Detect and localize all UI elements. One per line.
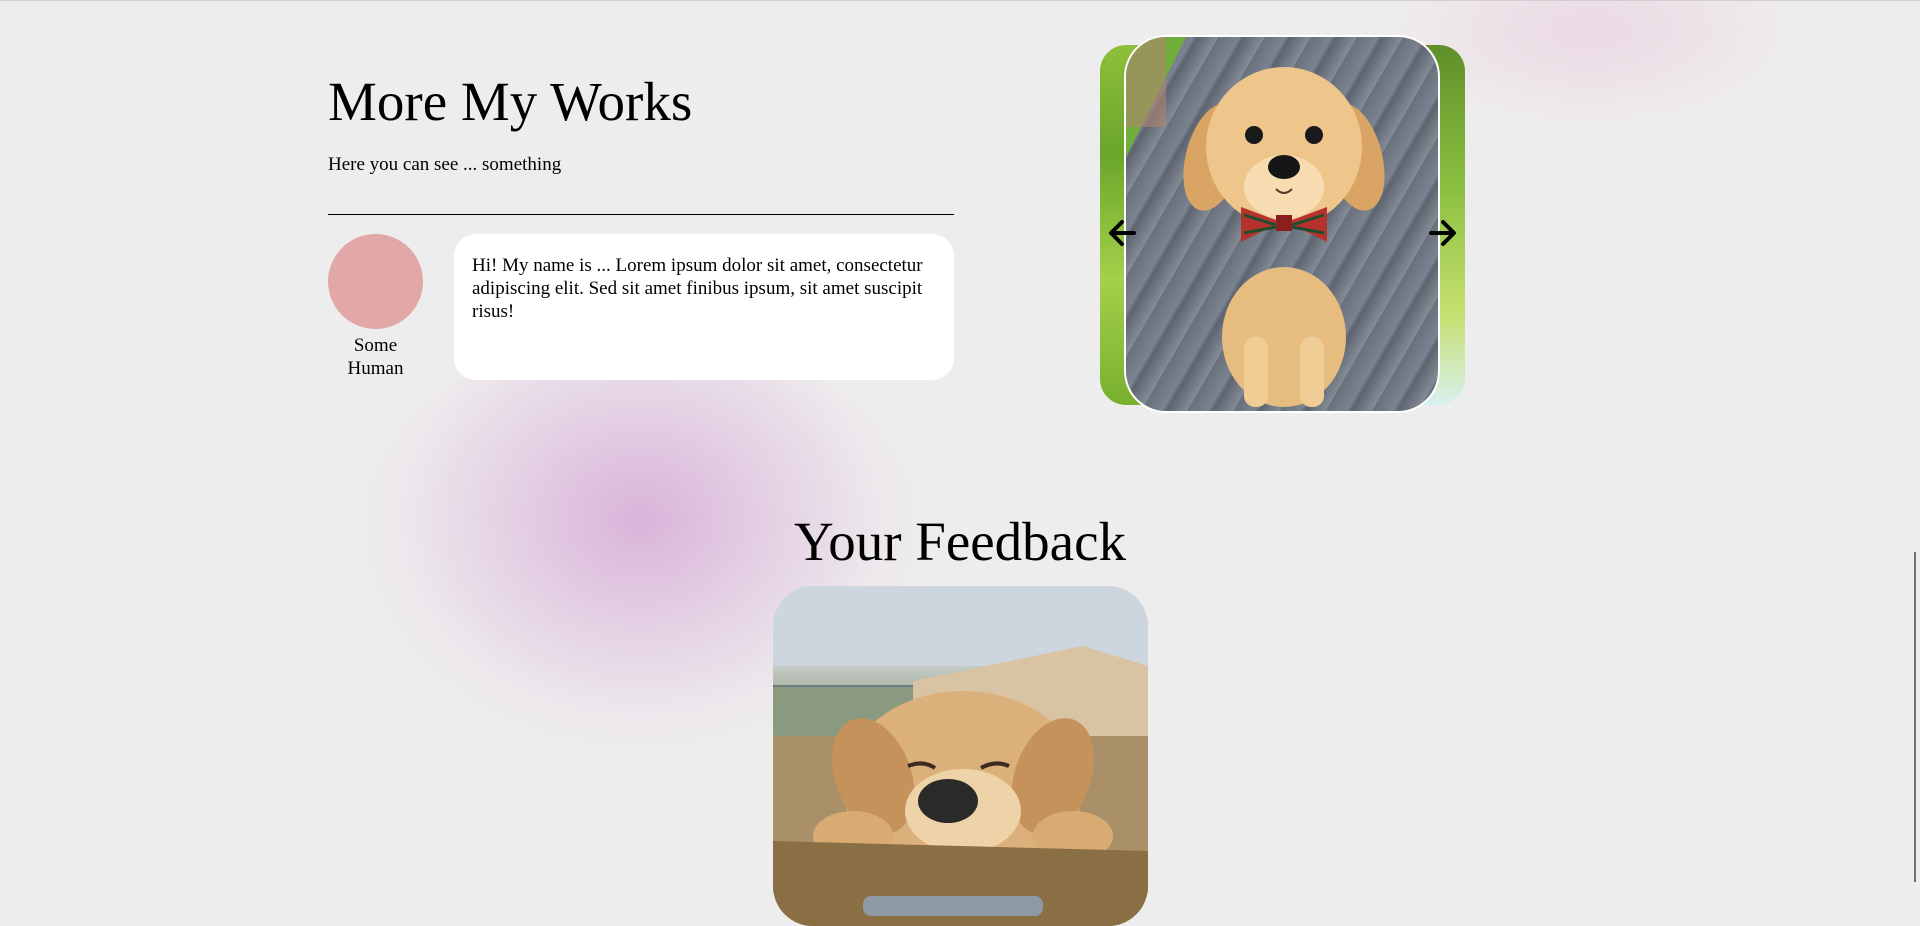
avatar [328,234,423,329]
review-bubble: Hi! My name is ... Lorem ipsum dolor sit… [454,234,954,380]
works-subtitle: Here you can see ... something [328,154,562,175]
carousel-current-image[interactable] [1124,35,1440,413]
arrow-right-icon[interactable] [1421,213,1461,253]
puppy-image [1126,37,1385,407]
scrollbar[interactable] [1914,552,1916,882]
image-carousel[interactable] [1100,35,1465,415]
puppy-photo [773,586,1148,926]
divider [328,214,954,215]
feedback-image [773,586,1148,926]
reviewer-name: Some Human [347,335,404,379]
works-title: More My Works [328,71,693,132]
feedback-title: Your Feedback [793,511,1126,572]
arrow-left-icon[interactable] [1104,213,1144,253]
